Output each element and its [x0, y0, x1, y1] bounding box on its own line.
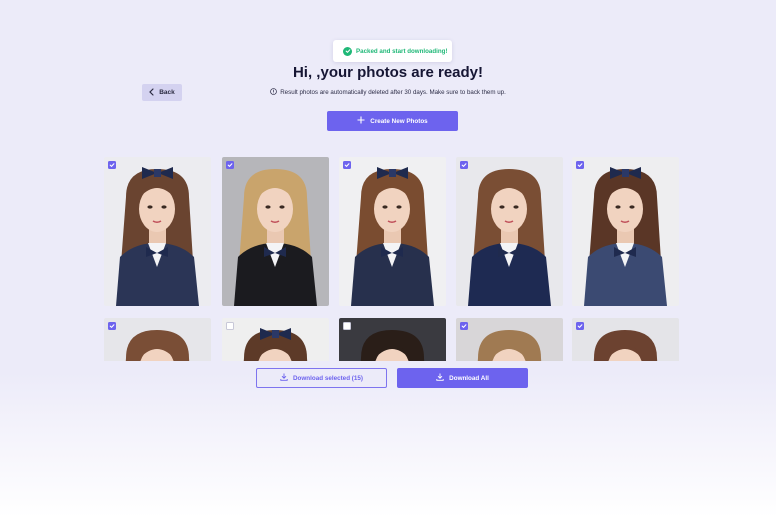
checkmark-icon [109, 163, 115, 167]
select-checkbox[interactable] [576, 322, 584, 330]
photo-card[interactable] [104, 157, 211, 306]
photo-card[interactable] [339, 157, 446, 306]
portrait-photo [339, 157, 446, 306]
photo-grid [104, 157, 679, 361]
toast-message: Packed and start downloading! [356, 47, 448, 55]
download-icon [280, 373, 288, 383]
notice-text: Result photos are automatically deleted … [280, 89, 506, 96]
checkmark-icon [461, 163, 467, 167]
photo-card[interactable] [222, 157, 329, 306]
select-checkbox[interactable] [343, 322, 351, 330]
checkmark-icon [227, 163, 233, 167]
select-checkbox[interactable] [226, 322, 234, 330]
checkmark-icon [577, 163, 583, 167]
portrait-photo [222, 318, 329, 361]
download-selected-button[interactable]: Download selected (15) [256, 368, 387, 388]
portrait-photo [456, 318, 563, 361]
portrait-photo [572, 318, 679, 361]
create-new-photos-button[interactable]: Create New Photos [327, 111, 458, 131]
retention-notice: Result photos are automatically deleted … [0, 88, 776, 97]
select-checkbox[interactable] [108, 322, 116, 330]
plus-icon [357, 116, 365, 126]
portrait-photo [572, 157, 679, 306]
photo-card[interactable] [339, 318, 446, 361]
portrait-photo [456, 157, 563, 306]
create-label: Create New Photos [370, 117, 428, 125]
photo-card[interactable] [572, 318, 679, 361]
checkmark-icon [109, 324, 115, 328]
checkmark-icon [577, 324, 583, 328]
select-checkbox[interactable] [226, 161, 234, 169]
photo-card[interactable] [572, 157, 679, 306]
download-all-button[interactable]: Download All [397, 368, 528, 388]
select-checkbox[interactable] [576, 161, 584, 169]
select-checkbox[interactable] [460, 322, 468, 330]
portrait-photo [104, 157, 211, 306]
photo-card[interactable] [104, 318, 211, 361]
select-checkbox[interactable] [460, 161, 468, 169]
select-checkbox[interactable] [343, 161, 351, 169]
portrait-photo [222, 157, 329, 306]
checkmark-icon [461, 324, 467, 328]
info-icon [270, 88, 277, 97]
portrait-photo [104, 318, 211, 361]
check-circle-icon [343, 46, 352, 56]
portrait-photo [339, 318, 446, 361]
download-icon [436, 373, 444, 383]
photo-card[interactable] [456, 318, 563, 361]
success-toast: Packed and start downloading! [333, 40, 452, 62]
photo-card[interactable] [456, 157, 563, 306]
download-all-label: Download All [449, 374, 489, 382]
select-checkbox[interactable] [108, 161, 116, 169]
photo-card[interactable] [222, 318, 329, 361]
download-selected-label: Download selected (15) [293, 374, 363, 382]
checkmark-icon [344, 163, 350, 167]
page-title: Hi, ,your photos are ready! [292, 64, 484, 81]
